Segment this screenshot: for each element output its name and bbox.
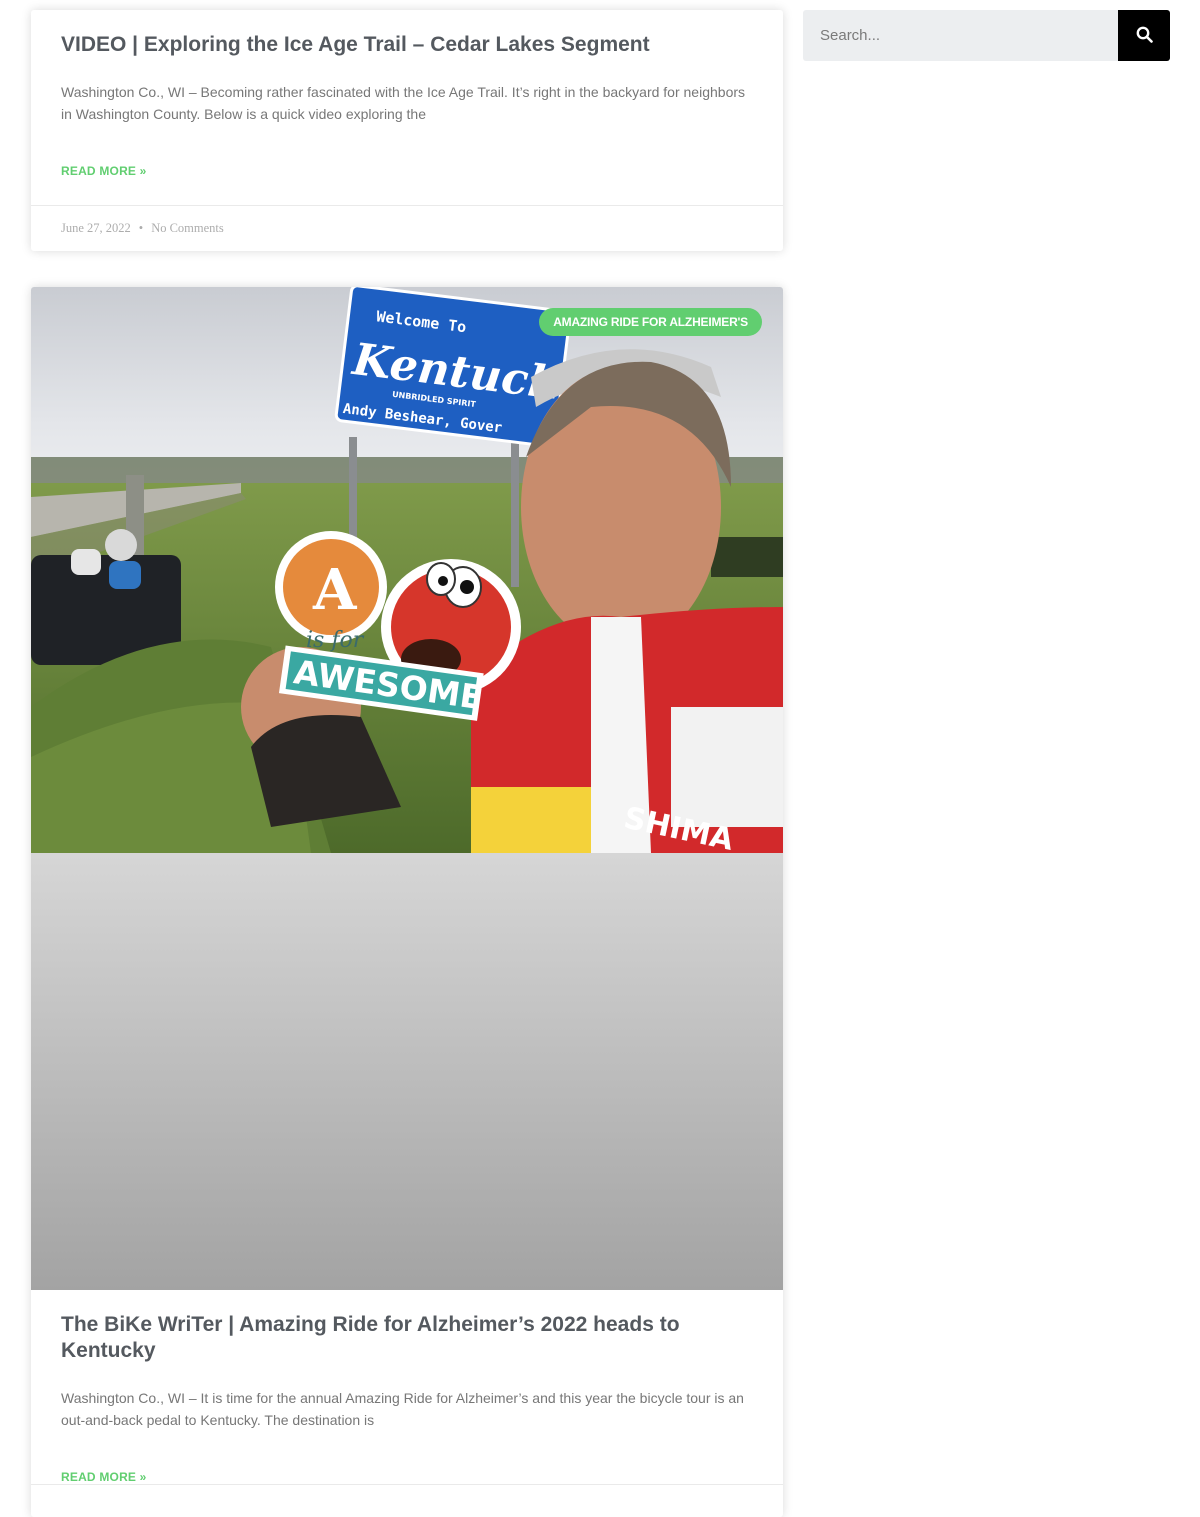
post-title[interactable]: VIDEO | Exploring the Ice Age Trail – Ce… xyxy=(61,32,753,58)
post-title[interactable]: The BiKe WriTer | Amazing Ride for Alzhe… xyxy=(61,1312,753,1364)
post-meta: June 27, 2022 • No Comments xyxy=(31,205,783,251)
post-card-body: VIDEO | Exploring the Ice Age Trail – Ce… xyxy=(31,10,783,180)
post-excerpt: Washington Co., WI – It is time for the … xyxy=(61,1390,744,1428)
read-more-link[interactable]: READ MORE » xyxy=(61,164,147,178)
search-input[interactable] xyxy=(803,10,1118,61)
sticker-letter: A xyxy=(312,557,358,623)
search-icon xyxy=(1136,26,1153,46)
category-badge[interactable]: AMAZING RIDE FOR ALZHEIMER'S xyxy=(539,308,762,336)
post-card: VIDEO | Exploring the Ice Age Trail – Ce… xyxy=(31,10,783,251)
meta-separator: • xyxy=(138,221,144,235)
post-thumbnail[interactable]: Welcome To Kentucky UNBRIDLED SPIRIT And… xyxy=(31,287,783,1290)
post-date: June 27, 2022 xyxy=(61,221,131,235)
cyclist-kentucky-photo: Welcome To Kentucky UNBRIDLED SPIRIT And… xyxy=(31,287,783,853)
post-comments: No Comments xyxy=(151,221,224,235)
post-card-body: The BiKe WriTer | Amazing Ride for Alzhe… xyxy=(31,1290,783,1486)
read-more-link[interactable]: READ MORE » xyxy=(61,1470,147,1484)
image-placeholder xyxy=(31,853,783,1290)
search-button[interactable] xyxy=(1118,10,1170,61)
post-meta xyxy=(31,1484,783,1517)
search-form xyxy=(803,10,1170,61)
post-card: Welcome To Kentucky UNBRIDLED SPIRIT And… xyxy=(31,287,783,1517)
post-photo[interactable]: Welcome To Kentucky UNBRIDLED SPIRIT And… xyxy=(31,287,783,853)
post-excerpt: Washington Co., WI – Becoming rather fas… xyxy=(61,84,746,122)
sticker-mid-text: is for xyxy=(306,628,365,653)
